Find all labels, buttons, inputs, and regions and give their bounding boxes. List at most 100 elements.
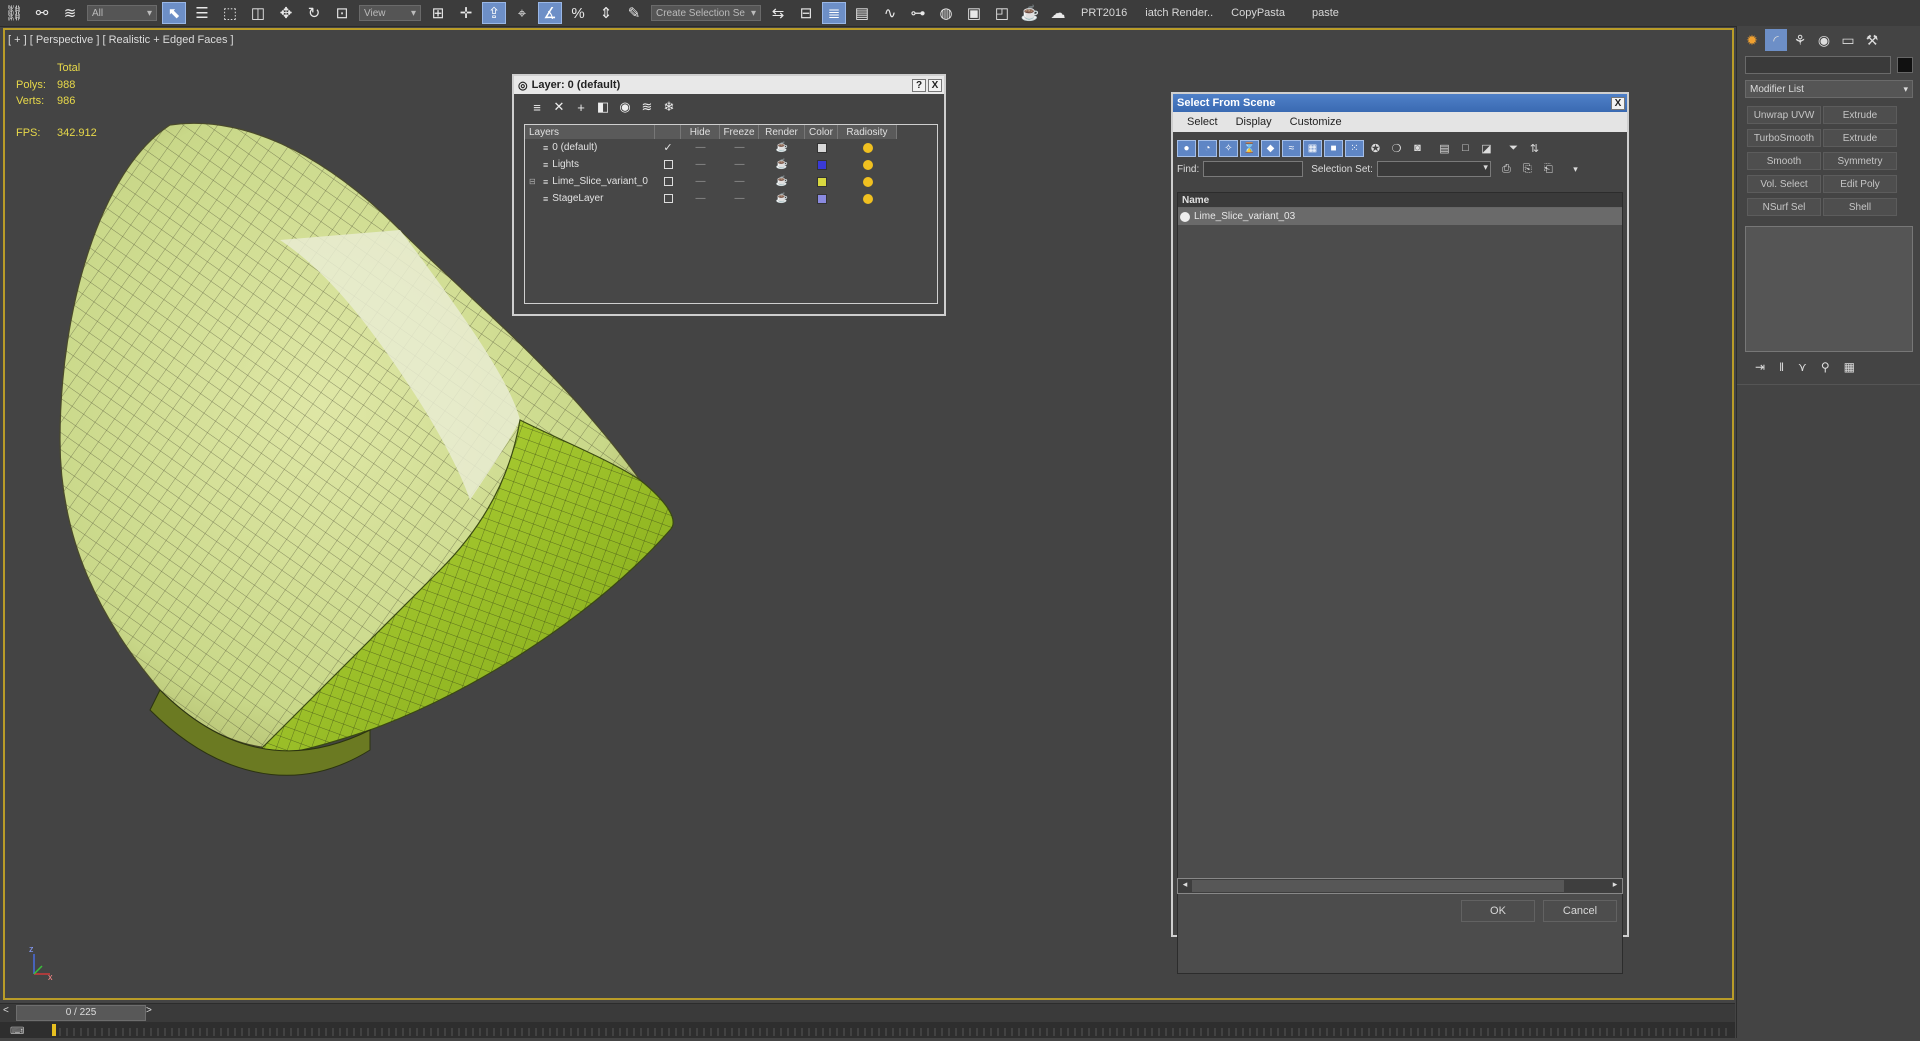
layer-freeze-cell[interactable]: — xyxy=(720,190,759,207)
add-to-layer-icon[interactable]: + xyxy=(570,98,592,116)
modifier-button[interactable]: Shell xyxy=(1823,198,1897,216)
modifier-button[interactable]: TurboSmooth xyxy=(1747,129,1821,147)
layer-hide-cell[interactable]: — xyxy=(681,190,720,207)
column-hide[interactable]: Hide xyxy=(681,125,720,139)
layer-dialog-help-button[interactable]: ? xyxy=(912,78,926,92)
layer-color-cell[interactable] xyxy=(805,139,838,156)
link-icon[interactable]: ⛓ xyxy=(2,2,26,24)
menu-select[interactable]: Select xyxy=(1187,116,1218,128)
layer-dialog-titlebar[interactable]: ◎ Layer: 0 (default) ? X xyxy=(514,76,944,94)
layer-color-swatch[interactable] xyxy=(816,159,827,170)
layer-hide-cell[interactable]: — xyxy=(681,173,720,190)
ok-button[interactable]: OK xyxy=(1461,900,1535,922)
toolbar-text-copypasta[interactable]: CopyPasta xyxy=(1231,7,1285,19)
pivot-center-icon[interactable]: ⊞ xyxy=(426,2,450,24)
filter-frozen-icon[interactable]: ❍ xyxy=(1387,140,1406,157)
render-teapot-icon[interactable]: ☕ xyxy=(759,156,805,173)
unlink-icon[interactable]: ⚯ xyxy=(30,2,54,24)
percent-snap-icon[interactable]: % xyxy=(566,2,590,24)
layer-color-swatch[interactable] xyxy=(816,193,827,204)
layer-dialog-close-button[interactable]: X xyxy=(928,78,942,92)
layer-hide-cell[interactable]: — xyxy=(681,139,720,156)
layer-current-cell[interactable]: ✓ xyxy=(655,139,681,156)
radiosity-icon[interactable] xyxy=(838,139,897,156)
configure-modifier-sets-icon[interactable]: ▦ xyxy=(1844,360,1855,374)
utilities-tab-icon[interactable]: ⚒ xyxy=(1861,29,1883,51)
layer-hide-cell[interactable]: — xyxy=(681,156,720,173)
mini-listener-icon[interactable]: ⌨ xyxy=(10,1026,32,1037)
find-input[interactable] xyxy=(1203,161,1304,177)
layer-current-cell[interactable] xyxy=(655,156,681,173)
cancel-button[interactable]: Cancel xyxy=(1543,900,1617,922)
bind-space-warp-icon[interactable]: ≋ xyxy=(58,2,82,24)
hierarchy-tab-icon[interactable]: ⚘ xyxy=(1789,29,1811,51)
menu-customize[interactable]: Customize xyxy=(1290,116,1342,128)
modifier-button[interactable]: Extrude xyxy=(1823,106,1897,124)
layer-current-checkbox[interactable] xyxy=(663,177,673,186)
spinner-snap-icon[interactable]: ⇕ xyxy=(594,2,618,24)
radiosity-icon[interactable] xyxy=(838,173,897,190)
scroll-right-icon[interactable]: ▸ xyxy=(1608,879,1622,893)
filter-containers-icon[interactable]: ✪ xyxy=(1366,140,1385,157)
rectangular-selection-icon[interactable]: ⬚ xyxy=(218,2,242,24)
snap-toggle-icon[interactable]: ⌖ xyxy=(510,2,534,24)
select-influences-icon[interactable]: ⎗ xyxy=(1539,161,1558,178)
reference-coordinate-dropdown[interactable]: View ▾ xyxy=(359,5,421,21)
layer-freeze-cell[interactable]: — xyxy=(720,173,759,190)
modifier-button[interactable]: NSurf Sel xyxy=(1747,198,1821,216)
display-invert-icon[interactable]: ◪ xyxy=(1477,140,1496,157)
filter-bones-icon[interactable]: ⁙ xyxy=(1345,139,1364,157)
layer-row[interactable]: ≡ StageLayer — — ☕ xyxy=(525,190,897,207)
layer-name-cell[interactable]: ≡ Lights xyxy=(525,156,655,173)
delete-layer-icon[interactable]: ✕ xyxy=(548,98,570,116)
scale-icon[interactable]: ⊡ xyxy=(330,2,354,24)
selection-set-dropdown[interactable]: ▾ xyxy=(1376,161,1491,177)
rotate-icon[interactable]: ↻ xyxy=(302,2,326,24)
filter-groups-icon[interactable]: ▦ xyxy=(1303,139,1322,157)
display-none-icon[interactable]: □ xyxy=(1456,140,1475,157)
pin-stack-icon[interactable]: ⇥ xyxy=(1755,360,1765,374)
window-crossing-icon[interactable]: ◫ xyxy=(246,2,270,24)
make-unique-icon[interactable]: ⋎ xyxy=(1798,360,1807,374)
filter-funnel-icon[interactable]: ⏷ xyxy=(1504,140,1523,157)
select-layer-objects-icon[interactable]: ◧ xyxy=(592,98,614,116)
create-layer-icon[interactable]: ≡ xyxy=(526,98,548,116)
modifier-button[interactable]: Edit Poly xyxy=(1823,175,1897,193)
freeze-all-layers-icon[interactable]: ❄ xyxy=(658,98,680,116)
select-object-icon[interactable]: ⬉ xyxy=(162,2,186,24)
column-render[interactable]: Render xyxy=(759,125,805,139)
filter-helpers-icon[interactable]: ◆ xyxy=(1261,139,1280,157)
modifier-button[interactable]: Smooth xyxy=(1747,152,1821,170)
named-selection-dropdown[interactable]: Create Selection Se ▾ xyxy=(651,5,761,21)
edit-named-selection-icon[interactable]: ✎ xyxy=(622,2,646,24)
prev-frame-button[interactable]: < xyxy=(3,1005,9,1016)
material-editor-icon[interactable]: ◍ xyxy=(934,2,958,24)
layer-color-cell[interactable] xyxy=(805,173,838,190)
layer-row[interactable]: ⊟ ≡ Lime_Slice_variant_0— — ☕ xyxy=(525,173,897,190)
layer-name-cell[interactable]: ≡ StageLayer xyxy=(525,190,655,207)
filter-spacewarps-icon[interactable]: ≈ xyxy=(1282,139,1301,157)
next-frame-button[interactable]: > xyxy=(146,1005,152,1016)
modifier-button[interactable]: Extrude xyxy=(1823,129,1897,147)
horizontal-scrollbar[interactable]: ◂ ▸ xyxy=(1177,878,1623,894)
layer-color-cell[interactable] xyxy=(805,190,838,207)
column-freeze[interactable]: Freeze xyxy=(720,125,759,139)
layer-current-checkbox[interactable] xyxy=(663,160,673,169)
render-production-icon[interactable]: ☕ xyxy=(1018,2,1042,24)
options-dropdown-icon[interactable]: ▾ xyxy=(1566,161,1585,178)
filter-cameras-icon[interactable]: ⌛ xyxy=(1240,139,1259,157)
column-layers[interactable]: Layers xyxy=(525,125,655,139)
expand-icon[interactable]: ⊟ xyxy=(529,177,539,186)
layer-color-cell[interactable] xyxy=(805,156,838,173)
render-teapot-icon[interactable]: ☕ xyxy=(759,190,805,207)
rendered-frame-icon[interactable]: ◰ xyxy=(990,2,1014,24)
object-color-swatch[interactable] xyxy=(1897,57,1913,73)
name-column-header[interactable]: Name xyxy=(1178,193,1622,208)
toolbar-text-paste[interactable]: paste xyxy=(1312,7,1339,19)
select-dialog-titlebar[interactable]: Select From Scene X xyxy=(1173,94,1627,112)
layer-current-cell[interactable] xyxy=(655,190,681,207)
viewport-label[interactable]: [ + ] [ Perspective ] [ Realistic + Edge… xyxy=(8,34,234,46)
render-teapot-icon[interactable]: ☕ xyxy=(759,139,805,156)
show-end-result-icon[interactable]: ‖ xyxy=(1779,360,1784,374)
schematic-view-icon[interactable]: ⊶ xyxy=(906,2,930,24)
